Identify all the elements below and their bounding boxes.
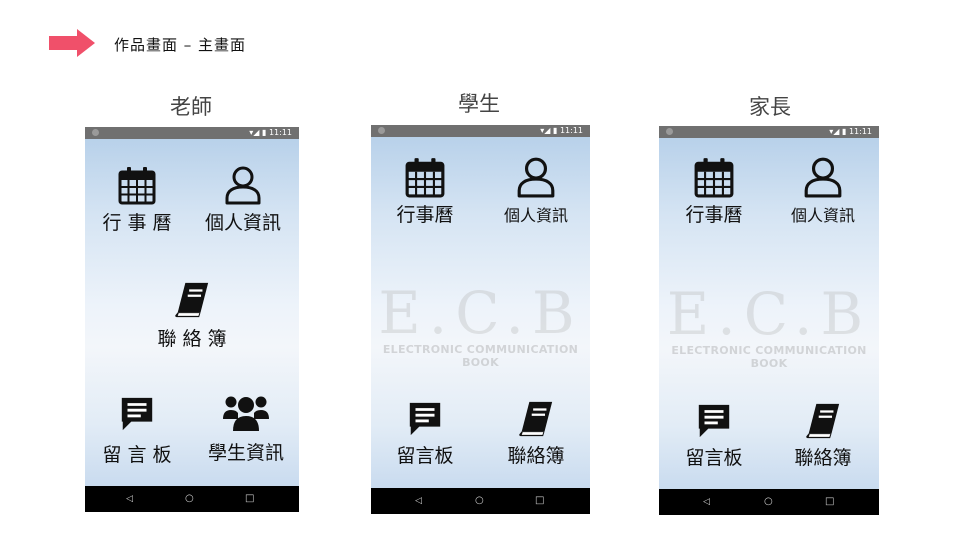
status-time: 11:11 (848, 127, 872, 136)
home-button[interactable]: ○ (764, 496, 773, 508)
book-icon (804, 402, 842, 440)
status-icons: ▾◢ ▮ 11:11 (540, 126, 583, 135)
recent-apps-button[interactable]: □ (825, 496, 834, 508)
app-screen: 行事曆 個人資訊 E.C.B ELECTRONIC COMMUNICATION … (371, 137, 590, 488)
person-icon (223, 165, 263, 205)
personal-info-button[interactable]: 個人資訊 (197, 165, 289, 235)
message-board-button[interactable]: 留言板 (383, 400, 467, 468)
message-board-label: 留言板 (685, 447, 743, 469)
column-title-parent: 家長 (749, 95, 791, 119)
recent-apps-button[interactable]: □ (245, 493, 254, 505)
status-time: 11:11 (268, 128, 292, 137)
ecb-logo-title: E.C.B (378, 279, 583, 347)
personal-info-label: 個人資訊 (503, 206, 568, 225)
back-button[interactable]: ◁ (126, 493, 133, 505)
calendar-button[interactable]: 行事曆 (383, 156, 467, 227)
person-icon (802, 156, 844, 198)
arrow-icon (49, 29, 95, 57)
calendar-icon (693, 156, 735, 198)
home-button[interactable]: ○ (475, 495, 484, 507)
contact-book-label: 聯絡簿 (794, 447, 852, 469)
back-button[interactable]: ◁ (703, 496, 710, 508)
nav-bar: ◁ ○ □ (371, 488, 590, 514)
phone-parent: ▾◢ ▮ 11:11 行事曆 個人資訊 E.C.B ELECTRONIC COM… (659, 126, 879, 515)
app-screen: 行 事 曆 個人資訊 聯 絡 簿 留 言 板 學生資訊 (85, 139, 299, 486)
message-icon (118, 395, 156, 433)
status-icons: ▾◢ ▮ 11:11 (249, 128, 292, 137)
column-title-student: 學生 (458, 92, 500, 116)
phone-teacher: ▾◢ ▮ 11:11 行 事 曆 個人資訊 聯 絡 簿 留 言 板 學生資訊 ◁… (85, 127, 299, 512)
camera-icon (92, 129, 99, 136)
back-button[interactable]: ◁ (415, 495, 422, 507)
student-info-button[interactable]: 學生資訊 (197, 393, 295, 465)
personal-info-button[interactable]: 個人資訊 (778, 156, 868, 226)
camera-icon (378, 127, 385, 134)
status-bar: ▾◢ ▮ 11:11 (85, 127, 299, 139)
person-icon (515, 156, 557, 198)
calendar-label: 行 事 曆 (102, 212, 172, 234)
student-info-label: 學生資訊 (207, 442, 284, 464)
message-board-label: 留 言 板 (102, 444, 172, 466)
calendar-icon (404, 156, 446, 198)
contact-book-button[interactable]: 聯絡簿 (491, 400, 581, 468)
calendar-button[interactable]: 行 事 曆 (95, 165, 179, 235)
message-board-label: 留言板 (396, 445, 454, 467)
status-bar: ▾◢ ▮ 11:11 (659, 126, 879, 138)
status-icons: ▾◢ ▮ 11:11 (829, 127, 872, 136)
ecb-logo-title: E.C.B (666, 280, 872, 348)
book-icon (173, 281, 211, 319)
book-icon (517, 400, 555, 438)
page-heading: 作品畫面 – 主畫面 (114, 36, 247, 54)
personal-info-label: 個人資訊 (204, 212, 281, 234)
message-icon (406, 400, 444, 438)
status-bar: ▾◢ ▮ 11:11 (371, 125, 590, 137)
nav-bar: ◁ ○ □ (85, 486, 299, 512)
ecb-logo-subtitle: ELECTRONIC COMMUNICATION BOOK (671, 344, 867, 370)
calendar-label: 行事曆 (396, 204, 454, 226)
contact-book-button[interactable]: 聯 絡 簿 (145, 281, 239, 351)
app-screen: 行事曆 個人資訊 E.C.B ELECTRONIC COMMUNICATION … (659, 138, 879, 489)
phone-student: ▾◢ ▮ 11:11 行事曆 個人資訊 E.C.B ELECTRONIC COM… (371, 125, 590, 514)
message-board-button[interactable]: 留言板 (672, 402, 756, 470)
ecb-logo-subtitle: ELECTRONIC COMMUNICATION BOOK (382, 343, 579, 369)
calendar-icon (117, 165, 157, 205)
contact-book-label: 聯 絡 簿 (157, 328, 227, 350)
contact-book-button[interactable]: 聯絡簿 (778, 402, 868, 470)
calendar-button[interactable]: 行事曆 (672, 156, 756, 227)
message-board-button[interactable]: 留 言 板 (95, 395, 179, 467)
ecb-logo: E.C.B ELECTRONIC COMMUNICATION BOOK (371, 283, 590, 369)
message-icon (695, 402, 733, 440)
nav-bar: ◁ ○ □ (659, 489, 879, 515)
contact-book-label: 聯絡簿 (507, 445, 565, 467)
home-button[interactable]: ○ (185, 493, 194, 505)
column-title-teacher: 老師 (170, 95, 212, 119)
calendar-label: 行事曆 (685, 204, 743, 226)
group-icon (222, 393, 270, 433)
personal-info-button[interactable]: 個人資訊 (491, 156, 581, 226)
camera-icon (666, 128, 673, 135)
ecb-logo: E.C.B ELECTRONIC COMMUNICATION BOOK (659, 284, 879, 370)
personal-info-label: 個人資訊 (790, 206, 855, 225)
status-time: 11:11 (559, 126, 583, 135)
recent-apps-button[interactable]: □ (535, 495, 544, 507)
